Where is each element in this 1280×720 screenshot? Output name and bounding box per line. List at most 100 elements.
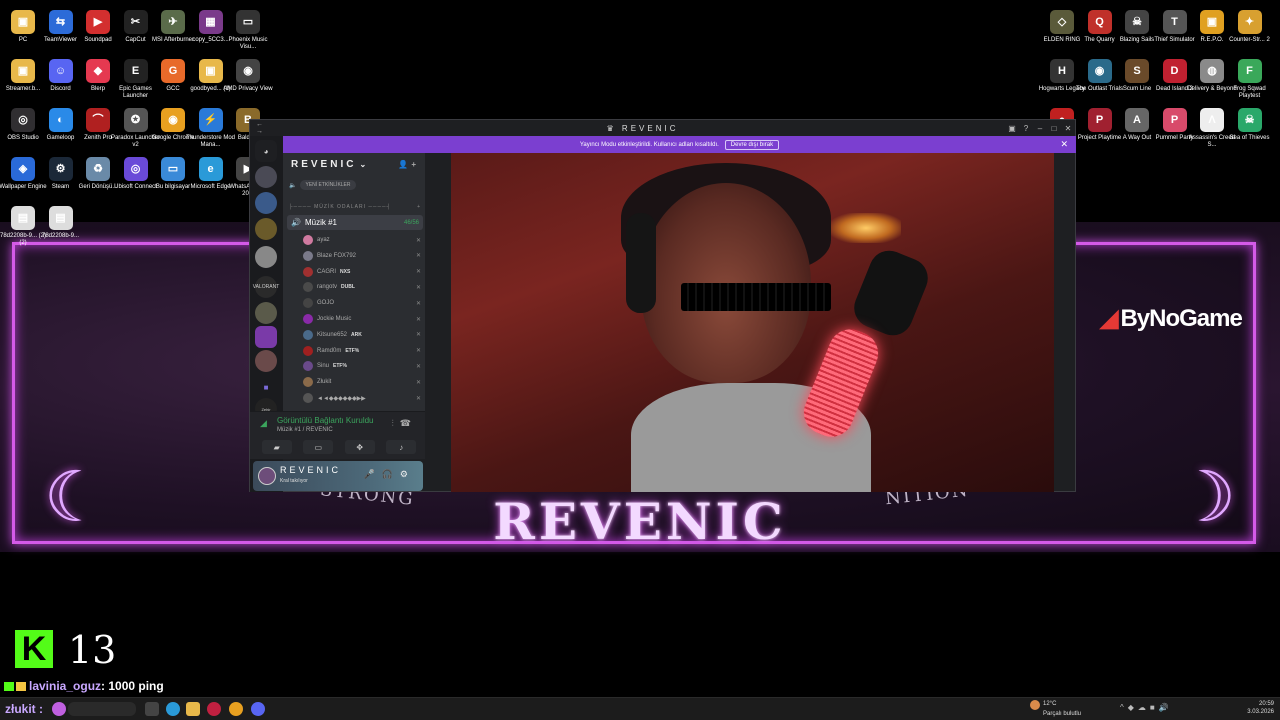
- chat-overlay-user: złukit :: [5, 702, 43, 716]
- inbox-icon[interactable]: ▣: [1005, 124, 1019, 133]
- chrome-icon[interactable]: [229, 702, 243, 716]
- server-icon[interactable]: [255, 246, 277, 268]
- avatar: [303, 345, 313, 356]
- server-icon[interactable]: [255, 350, 277, 372]
- voice-channel[interactable]: 🔊 Müzik #1 46/56: [287, 215, 423, 230]
- folder-icon[interactable]: ■: [255, 376, 277, 398]
- events-row[interactable]: 🔈 YENİ ETKİNLİKLER: [289, 180, 356, 190]
- user-clan-tag: NXS: [340, 268, 351, 275]
- nav-arrows[interactable]: ← →: [250, 121, 280, 135]
- signal-icon[interactable]: ◢: [260, 418, 267, 429]
- app-icon: ⚡: [198, 108, 223, 132]
- app-icon: Q: [1087, 10, 1112, 34]
- headphones-icon[interactable]: 🎧: [382, 469, 400, 479]
- discord-taskbar-icon[interactable]: [251, 702, 265, 716]
- soundboard-icon[interactable]: ♪: [386, 440, 417, 454]
- desktop-icon[interactable]: ◉ AMD Privacy View: [223, 59, 273, 93]
- desktop-icon[interactable]: ✦ Counter-Str... 2: [1225, 10, 1275, 44]
- muted-icon: ✕: [415, 332, 421, 339]
- app-icon: ▦: [198, 10, 223, 34]
- clock[interactable]: 20:59 3.03.2026: [1230, 700, 1274, 716]
- desktop-icon-label: 78d2208b-9...: [41, 233, 80, 239]
- voice-user[interactable]: Złukit ✕: [303, 375, 421, 389]
- desktop-icon-label: Phoenix Music Visu...: [228, 37, 268, 50]
- server-icon[interactable]: VALORANT: [253, 276, 279, 298]
- voice-user[interactable]: Ramd0m ETF% ✕: [303, 344, 421, 358]
- user-name[interactable]: REVENIC: [280, 465, 341, 475]
- screen-share-icon[interactable]: ▭: [303, 440, 334, 454]
- microphone-icon[interactable]: 🎤: [363, 469, 381, 479]
- app-icon[interactable]: [207, 702, 221, 716]
- user-status: Kral takılıyor: [280, 478, 308, 484]
- user-controls: 🎤🎧⚙: [363, 469, 415, 480]
- app-icon: ◐: [48, 108, 73, 132]
- network-icon[interactable]: ◆: [1128, 703, 1138, 712]
- server-icon[interactable]: [255, 192, 277, 214]
- add-member-icon[interactable]: 👤+: [398, 160, 419, 169]
- server-icon[interactable]: [255, 218, 277, 240]
- voice-user[interactable]: Kitsune652 ARK ✕: [303, 328, 421, 342]
- system-tray: ^◆☁■🔊: [1120, 703, 1173, 712]
- app-icon: ▭: [161, 157, 185, 181]
- avatar: [303, 314, 313, 324]
- server-icon[interactable]: [255, 302, 277, 324]
- add-channel-icon[interactable]: +: [417, 204, 421, 210]
- voice-user[interactable]: rangotv DUBL ✕: [303, 280, 421, 294]
- voice-user[interactable]: GOJO ✕: [303, 296, 421, 310]
- minimize-icon[interactable]: –: [1033, 124, 1047, 133]
- voice-user-name: Jockie Music: [317, 316, 352, 322]
- camera-off-icon[interactable]: ▰: [261, 440, 292, 454]
- file-explorer-icon[interactable]: [186, 702, 200, 716]
- search-box[interactable]: [68, 702, 136, 716]
- close-icon[interactable]: ✕: [1060, 139, 1068, 150]
- muted-icon: ✕: [415, 284, 421, 291]
- app-icon: A: [1125, 108, 1149, 132]
- server-icon[interactable]: [255, 166, 277, 188]
- app-icon: e: [198, 157, 223, 181]
- edge-icon[interactable]: [166, 702, 180, 716]
- desktop-icon[interactable]: ▤ 78d2208b-9...: [36, 206, 86, 240]
- avatar: [303, 266, 313, 277]
- voice-user[interactable]: Jockie Music ✕: [303, 312, 421, 326]
- voice-user[interactable]: Sinu ETF% ✕: [303, 359, 421, 373]
- discord-home-icon[interactable]: ◕: [255, 140, 277, 162]
- title-bar: ← → ♛ REVENIC ▣ ? – □ ✕: [250, 120, 1075, 136]
- overlay-corner-ornament-left-icon: ☾: [43, 458, 107, 536]
- desktop-icon-label: Sea of Thieves: [1229, 135, 1270, 141]
- desktop-icon[interactable]: F Frog Sqwad Playtest: [1225, 59, 1275, 100]
- app-icon: T: [1162, 10, 1187, 34]
- desktop-icon[interactable]: ▭ Phoenix Music Visu...: [223, 10, 273, 51]
- voice-status-channel[interactable]: Müzik #1 / REVENIC: [277, 427, 333, 433]
- noise-suppression-icon[interactable]: ⫶: [392, 418, 400, 428]
- voice-user[interactable]: Blaze FOX792 ✕: [303, 249, 421, 263]
- disconnect-icon[interactable]: ☎: [400, 418, 417, 428]
- activities-icon[interactable]: ✥: [344, 440, 375, 454]
- tray-app-icon[interactable]: ■: [1150, 703, 1159, 712]
- server-icon-active[interactable]: [255, 326, 277, 348]
- voice-user[interactable]: ◄◄◆◆◆◆◆◆▶▶ ✕: [303, 391, 421, 405]
- close-icon[interactable]: ✕: [1061, 124, 1075, 133]
- gear-icon[interactable]: ⚙: [400, 469, 415, 479]
- voice-user[interactable]: ayaz ✕: [303, 233, 421, 247]
- app-icon: ◇: [1050, 10, 1074, 34]
- chevron-up-icon[interactable]: ^: [1120, 703, 1128, 712]
- help-icon[interactable]: ?: [1019, 124, 1033, 133]
- avatar[interactable]: [258, 467, 276, 485]
- muted-icon: ✕: [415, 253, 421, 260]
- new-events-pill[interactable]: YENİ ETKİNLİKLER: [300, 180, 356, 190]
- category-label: ├──── MÜZİK ODALARI ────┤: [289, 204, 392, 210]
- date: 3.03.2026: [1247, 709, 1274, 715]
- maximize-icon[interactable]: □: [1047, 124, 1061, 133]
- volume-icon[interactable]: 🔊: [1159, 703, 1173, 712]
- chat-username: lavinia_oguz: [29, 679, 102, 693]
- disable-streamer-mode-button[interactable]: Devre dışı bırak: [724, 139, 780, 150]
- cloud-icon[interactable]: ☁: [1138, 703, 1150, 712]
- weather-widget[interactable]: 12°C Parçalı bulutlu: [1030, 700, 1081, 718]
- category-header[interactable]: ├──── MÜZİK ODALARI ────┤ +: [289, 204, 421, 210]
- task-view-icon[interactable]: [145, 702, 159, 716]
- app-icon: D: [1162, 59, 1187, 83]
- video-stream[interactable]: [451, 153, 1054, 492]
- server-header[interactable]: REVENIC ⌄ 👤+: [283, 153, 425, 175]
- voice-user[interactable]: CAGRI NXS ✕: [303, 265, 421, 279]
- desktop-icon[interactable]: ☠ Sea of Thieves: [1225, 108, 1275, 142]
